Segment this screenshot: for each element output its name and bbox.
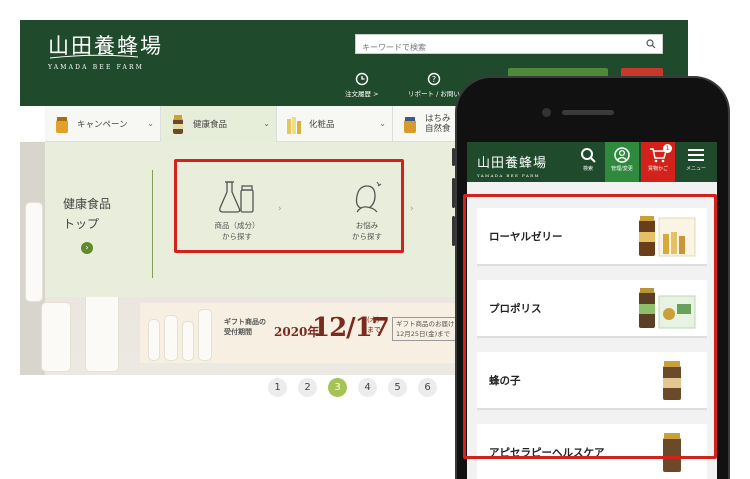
mega-title-line1: 健康食品	[63, 197, 112, 211]
cart-count-badge: 1	[663, 144, 672, 153]
delivery-line2: 12月25日(金)まで	[396, 330, 451, 338]
mobile-cart-button[interactable]: 買物かご 1	[641, 142, 675, 182]
logo-text: 山田養蜂場	[477, 156, 548, 171]
page-button[interactable]: 2	[298, 378, 317, 397]
gift-period-label: ギフト商品の 受付期間	[224, 317, 266, 337]
mobile-header: 山田養蜂場 YAMADA BEE FARM 検索 管理/変更 買物かご 1 メニ…	[467, 142, 717, 182]
header-icon-label: メニュー	[685, 166, 706, 172]
gift-label-line2: 受付期間	[224, 328, 252, 336]
help-icon: ?	[427, 72, 441, 86]
page-button-active[interactable]: 3	[328, 378, 347, 397]
history-icon	[355, 72, 368, 86]
help-label: リポート / お問い	[408, 90, 460, 98]
delivery-line1: ギフト商品のお届けは	[396, 320, 461, 328]
chevron-right-icon: ›	[410, 204, 414, 214]
desktop-search-box	[355, 34, 663, 57]
search-icon	[581, 148, 596, 163]
nav-item-campaign[interactable]: キャンペーン ⌄	[45, 106, 161, 142]
svg-text:?: ?	[432, 75, 436, 84]
nav-label: キャンペーン	[77, 120, 128, 130]
page-button[interactable]: 5	[388, 378, 407, 397]
chevron-down-icon: ⌄	[263, 119, 270, 128]
help-link[interactable]: ? リポート / お問い	[408, 72, 460, 98]
nav-item-health-food[interactable]: 健康食品 ⌄	[161, 106, 277, 142]
health-food-top-link[interactable]: 健康食品 トップ	[63, 194, 111, 234]
mega-title-line2: トップ	[63, 217, 100, 231]
search-icon[interactable]	[646, 39, 656, 49]
user-icon	[614, 147, 630, 163]
header-icon-label: 買物かご	[647, 166, 668, 172]
mobile-logo[interactable]: 山田養蜂場 YAMADA BEE FARM	[477, 152, 547, 178]
honey-jar-icon	[56, 117, 68, 133]
banner-pagination: 1 2 3 4 5 6	[268, 378, 448, 397]
supplement-bottle-icon	[173, 115, 183, 134]
highlight-frame-mobile	[463, 194, 717, 459]
honey-icon	[404, 117, 416, 133]
order-history-label: 注文履歴 >	[345, 90, 379, 98]
page-button[interactable]: 1	[268, 378, 287, 397]
menu-icon	[688, 149, 704, 161]
search-input[interactable]	[356, 38, 636, 57]
logo-subtext: YAMADA BEE FARM	[48, 64, 145, 71]
header-icon-label: 検索	[582, 166, 593, 172]
phone-speaker	[562, 110, 614, 115]
header-icon-label: 管理/変更	[611, 166, 633, 172]
divider	[152, 170, 153, 278]
gift-label-line1: ギフト商品の	[224, 318, 266, 326]
highlight-frame-desktop	[174, 159, 404, 253]
chevron-down-icon: ⌄	[379, 119, 386, 128]
nav-label: 化粧品	[309, 120, 335, 130]
nav-label: 健康食品	[193, 120, 228, 130]
promo-until-text: まで	[367, 326, 381, 334]
logo-subtext: YAMADA BEE FARM	[477, 173, 541, 178]
logo-swoosh-icon	[49, 54, 139, 59]
page-button[interactable]: 6	[418, 378, 437, 397]
promo-weekday: (木) まで	[367, 315, 381, 335]
mobile-menu-button[interactable]: メニュー	[679, 142, 713, 182]
nav-item-cosmetics[interactable]: 化粧品 ⌄	[277, 106, 393, 142]
front-camera	[542, 108, 551, 117]
cosmetics-icon	[287, 117, 301, 134]
page-button[interactable]: 4	[358, 378, 377, 397]
desktop-logo[interactable]: 山田養蜂場 YAMADA BEE FARM	[48, 30, 163, 71]
gift-promo-banner[interactable]: ギフト商品の 受付期間 2020年 12/17 (木) まで ギフト商品のお届け…	[140, 303, 477, 363]
promo-weekday-text: (木)	[367, 316, 380, 324]
mobile-account-button[interactable]: 管理/変更	[605, 142, 639, 182]
arrow-right-icon[interactable]: ›	[81, 242, 93, 254]
mobile-search-button[interactable]: 検索	[574, 142, 602, 182]
nav-label: はちみ 自然食	[425, 114, 451, 134]
order-history-link[interactable]: 注文履歴 >	[345, 72, 379, 98]
chevron-down-icon: ⌄	[147, 119, 154, 128]
